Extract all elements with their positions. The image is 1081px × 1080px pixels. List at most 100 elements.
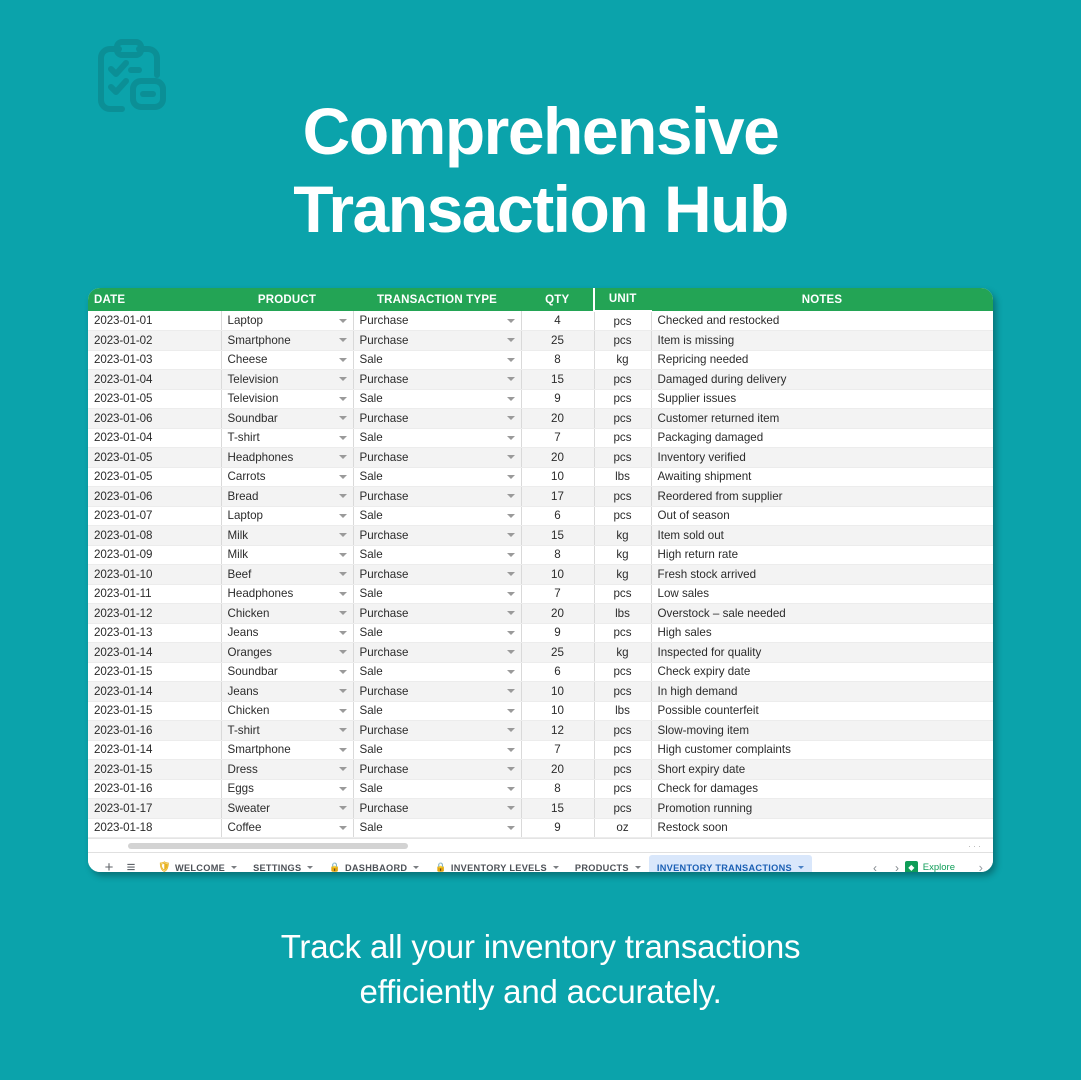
chevron-down-icon[interactable] — [338, 572, 347, 577]
chevron-down-icon[interactable] — [338, 806, 347, 811]
cell-notes[interactable]: Packaging damaged — [651, 428, 993, 448]
chevron-down-icon[interactable] — [506, 650, 515, 655]
sheet-tab-products[interactable]: PRODUCTS — [567, 855, 649, 872]
cell-transaction-type[interactable]: Sale — [353, 623, 522, 643]
chevron-down-icon[interactable] — [338, 318, 347, 323]
chevron-down-icon[interactable] — [338, 435, 347, 440]
cell-unit[interactable]: pcs — [594, 369, 652, 390]
column-header-product[interactable]: PRODUCT — [221, 288, 354, 311]
chevron-down-icon[interactable] — [506, 455, 515, 460]
cell-notes[interactable]: Supplier issues — [651, 389, 993, 409]
cell-transaction-type[interactable]: Purchase — [353, 759, 522, 780]
chevron-down-icon[interactable] — [231, 866, 238, 869]
cell-product[interactable]: Beef — [221, 564, 354, 585]
table-row[interactable]: 2023-01-15 Chicken Sale 10 lbs Possible count… — [88, 701, 993, 721]
chevron-down-icon[interactable] — [506, 338, 515, 343]
cell-unit[interactable]: pcs — [594, 408, 652, 429]
chevron-down-icon[interactable] — [338, 611, 347, 616]
cell-product[interactable]: Jeans — [221, 623, 354, 643]
chevron-down-icon[interactable] — [338, 552, 347, 557]
column-header-unit[interactable]: UNIT — [593, 288, 652, 312]
table-row[interactable]: 2023-01-17 Sweater Purchase 15 pcs Promotion … — [88, 798, 993, 819]
cell-unit[interactable]: pcs — [594, 779, 652, 799]
cell-unit[interactable]: kg — [594, 350, 652, 370]
cell-product[interactable]: Laptop — [221, 311, 354, 331]
chevron-down-icon[interactable] — [506, 708, 515, 713]
cell-notes[interactable]: Customer returned item — [651, 408, 993, 429]
cell-qty[interactable]: 9 — [521, 389, 595, 409]
cell-transaction-type[interactable]: Purchase — [353, 603, 522, 624]
cell-qty[interactable]: 8 — [521, 545, 595, 565]
chevron-down-icon[interactable] — [338, 591, 347, 596]
cell-qty[interactable]: 8 — [521, 779, 595, 799]
cell-qty[interactable]: 25 — [521, 330, 595, 351]
cell-date[interactable]: 2023-01-18 — [88, 818, 222, 838]
chevron-down-icon[interactable] — [338, 533, 347, 538]
chevron-down-icon[interactable] — [552, 866, 559, 869]
resize-grip-icon[interactable]: ··· — [968, 842, 983, 851]
cell-qty[interactable]: 10 — [521, 681, 595, 702]
cell-date[interactable]: 2023-01-14 — [88, 681, 222, 702]
column-header-qty[interactable]: QTY — [521, 288, 595, 311]
cell-date[interactable]: 2023-01-16 — [88, 779, 222, 799]
cell-qty[interactable]: 8 — [521, 350, 595, 370]
cell-date[interactable]: 2023-01-04 — [88, 369, 222, 390]
table-row[interactable]: 2023-01-05 Headphones Purchase 20 pcs Invento… — [88, 447, 993, 468]
cell-unit[interactable]: pcs — [594, 447, 652, 468]
chevron-down-icon[interactable] — [506, 767, 515, 772]
cell-transaction-type[interactable]: Sale — [353, 779, 522, 799]
table-row[interactable]: 2023-01-16 T-shirt Purchase 12 pcs Slow-movin… — [88, 720, 993, 741]
cell-qty[interactable]: 6 — [521, 506, 595, 526]
chevron-down-icon[interactable] — [506, 377, 515, 382]
cell-transaction-type[interactable]: Sale — [353, 740, 522, 760]
table-row[interactable]: 2023-01-09 Milk Sale 8 kg High return rate — [88, 545, 993, 565]
cell-unit[interactable]: pcs — [594, 330, 652, 351]
cell-transaction-type[interactable]: Sale — [353, 584, 522, 604]
cell-notes[interactable]: Check expiry date — [651, 662, 993, 682]
cell-unit[interactable]: pcs — [594, 759, 652, 780]
chevron-down-icon[interactable] — [338, 357, 347, 362]
chevron-down-icon[interactable] — [413, 866, 420, 869]
chevron-down-icon[interactable] — [338, 455, 347, 460]
chevron-down-icon[interactable] — [797, 866, 804, 869]
chevron-down-icon[interactable] — [506, 825, 515, 830]
cell-unit[interactable]: pcs — [594, 681, 652, 702]
cell-transaction-type[interactable]: Sale — [353, 662, 522, 682]
chevron-down-icon[interactable] — [338, 474, 347, 479]
prev-sheet-icon[interactable]: ‹ — [873, 861, 877, 873]
cell-qty[interactable]: 7 — [521, 428, 595, 448]
cell-date[interactable]: 2023-01-08 — [88, 525, 222, 546]
chevron-down-icon[interactable] — [506, 396, 515, 401]
cell-date[interactable]: 2023-01-03 — [88, 350, 222, 370]
cell-unit[interactable]: pcs — [594, 584, 652, 604]
chevron-down-icon[interactable] — [506, 572, 515, 577]
chevron-down-icon[interactable] — [506, 728, 515, 733]
table-row[interactable]: 2023-01-07 Laptop Sale 6 pcs Out of season — [88, 506, 993, 526]
table-row[interactable]: 2023-01-14 Jeans Purchase 10 pcs In high dema… — [88, 681, 993, 702]
table-row[interactable]: 2023-01-04 Television Purchase 15 pcs Damaged… — [88, 369, 993, 390]
sheet-tab-bar[interactable]: + ≡ 🛡 WELCOME SETTINGS 🔒 DASHBAORD 🔒 INVENTORY… — [88, 852, 993, 872]
cell-product[interactable]: Eggs — [221, 779, 354, 799]
cell-date[interactable]: 2023-01-01 — [88, 311, 222, 331]
chevron-down-icon[interactable] — [506, 416, 515, 421]
cell-unit[interactable]: lbs — [594, 467, 652, 487]
cell-notes[interactable]: Short expiry date — [651, 759, 993, 780]
cell-transaction-type[interactable]: Purchase — [353, 330, 522, 351]
cell-transaction-type[interactable]: Purchase — [353, 642, 522, 663]
cell-qty[interactable]: 20 — [521, 759, 595, 780]
cell-product[interactable]: Soundbar — [221, 408, 354, 429]
cell-date[interactable]: 2023-01-12 — [88, 603, 222, 624]
cell-product[interactable]: Television — [221, 369, 354, 390]
cell-unit[interactable]: pcs — [594, 311, 652, 331]
cell-notes[interactable]: Repricing needed — [651, 350, 993, 370]
cell-qty[interactable]: 12 — [521, 720, 595, 741]
chevron-down-icon[interactable] — [506, 669, 515, 674]
cell-qty[interactable]: 15 — [521, 525, 595, 546]
cell-notes[interactable]: Fresh stock arrived — [651, 564, 993, 585]
cell-product[interactable]: T-shirt — [221, 720, 354, 741]
column-header-transaction-type[interactable]: TRANSACTION TYPE — [353, 288, 522, 311]
cell-date[interactable]: 2023-01-05 — [88, 467, 222, 487]
cell-notes[interactable]: In high demand — [651, 681, 993, 702]
cell-unit[interactable]: kg — [594, 642, 652, 663]
chevron-down-icon[interactable] — [506, 494, 515, 499]
